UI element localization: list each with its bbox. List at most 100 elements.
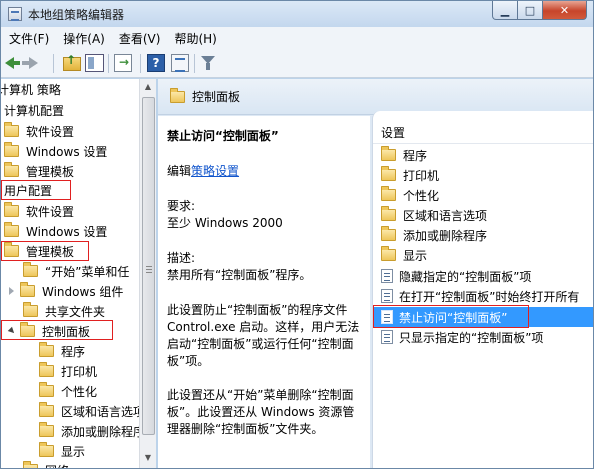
policy-setting-icon: [381, 269, 393, 283]
show-hide-tree-icon[interactable]: [85, 54, 104, 72]
edit-prefix: 编辑: [167, 164, 192, 178]
list-item-always-open-all[interactable]: 在打开“控制面板”时始终打开所有: [373, 286, 593, 306]
list-item-label: 显示: [403, 248, 428, 263]
tree-item-user-windows-settings[interactable]: Windows 设置: [4, 221, 107, 241]
highlight-box: [1, 241, 89, 261]
tree-pane: 计算机 策略 计算机配置 软件设置 Windows 设置 管理模板 用户配置 软…: [1, 79, 156, 469]
toolbar-separator: [194, 54, 195, 73]
tree-item-windows-settings[interactable]: Windows 设置: [4, 141, 107, 161]
folder-icon: [381, 166, 396, 181]
menu-view[interactable]: 查看(V): [111, 30, 167, 47]
tree-item-label: 网络: [45, 462, 69, 469]
tree-item-label: 软件设置: [26, 124, 75, 139]
folder-icon: [4, 162, 19, 177]
tree-item-software-settings[interactable]: 软件设置: [4, 121, 74, 141]
folder-icon: [381, 246, 396, 261]
folder-icon: [23, 262, 38, 277]
toolbar-separator: [140, 54, 141, 73]
list-item-show-only-specified[interactable]: 只显示指定的“控制面板”项: [373, 327, 593, 347]
policy-setting-icon: [381, 330, 393, 344]
list-item-region-language[interactable]: 区域和语言选项: [373, 205, 593, 225]
tree-item-computer-config[interactable]: 计算机配置: [4, 100, 64, 120]
tree-item-label: 计算机配置: [4, 103, 65, 118]
tree-item-computer-policy[interactable]: 计算机 策略: [1, 79, 61, 99]
scroll-up-arrow-icon[interactable]: ▲: [142, 82, 154, 96]
edit-policy-line: 编辑策略设置: [167, 163, 363, 180]
list-item-personalization[interactable]: 个性化: [373, 185, 593, 205]
folder-icon: [4, 202, 19, 217]
toolbar-separator: [108, 54, 109, 73]
scroll-thumb[interactable]: [142, 97, 155, 435]
list-item-hide-specified-items[interactable]: 隐藏指定的“控制面板”项: [373, 266, 593, 286]
toolbar: ?: [1, 49, 593, 78]
maximize-button[interactable]: □: [518, 1, 543, 20]
list-item-printers[interactable]: 打印机: [373, 165, 593, 185]
list-item-programs[interactable]: 程序: [373, 145, 593, 165]
window: 本地组策略编辑器 ▁ □ ✕ 文件(F) 操作(A) 查看(V) 帮助(H) ?…: [0, 0, 594, 469]
content-pane: 控制面板 禁止访问“控制面板” 编辑策略设置 要求: 至少 Windows 20…: [158, 79, 593, 468]
folder-icon: [23, 461, 38, 468]
tree-item-add-remove-programs[interactable]: 添加或删除程序: [39, 421, 145, 441]
export-list-icon[interactable]: [114, 54, 132, 72]
tree-item-network[interactable]: 网络: [23, 460, 69, 469]
menu-file[interactable]: 文件(F): [1, 30, 55, 47]
tree-item-label: 个性化: [61, 384, 98, 399]
tree-item-printers[interactable]: 打印机: [39, 361, 97, 381]
tree-item-programs[interactable]: 程序: [39, 341, 85, 361]
back-arrow-icon[interactable]: [5, 57, 20, 69]
list-item-label: 个性化: [403, 188, 440, 203]
tree-item-display[interactable]: 显示: [39, 441, 85, 461]
folder-icon: [381, 186, 396, 201]
list-item-label: 区域和语言选项: [403, 208, 488, 223]
tree-item-label: Windows 设置: [26, 144, 108, 159]
tree-item-label: 打印机: [61, 364, 98, 379]
up-folder-icon[interactable]: [63, 53, 81, 71]
tree-item-windows-components[interactable]: Windows 组件: [9, 281, 123, 301]
tree-item-personalization[interactable]: 个性化: [39, 381, 97, 401]
title-bar[interactable]: 本地组策略编辑器 ▁ □ ✕: [1, 1, 593, 27]
description-title: 禁止访问“控制面板”: [167, 129, 279, 143]
description-para-2: 此设置还从“开始”菜单删除“控制面板”。此设置还从 Windows 资源管理器删…: [167, 388, 355, 436]
window-title: 本地组策略编辑器: [28, 8, 125, 22]
expand-arrow-icon[interactable]: [9, 287, 14, 295]
tree-item-shared-folders[interactable]: 共享文件夹: [23, 301, 105, 321]
folder-icon: [381, 146, 396, 161]
tree-item-start-menu[interactable]: “开始”菜单和任: [23, 261, 129, 281]
scroll-down-arrow-icon[interactable]: ▼: [142, 453, 154, 467]
menu-bar: 文件(F) 操作(A) 查看(V) 帮助(H): [1, 27, 593, 49]
tree-item-admin-templates[interactable]: 管理模板: [4, 161, 74, 181]
tree-item-label: 管理模板: [26, 164, 75, 179]
help-icon[interactable]: ?: [147, 54, 165, 72]
edit-policy-link[interactable]: 策略设置: [191, 164, 239, 178]
list-item-add-remove-programs[interactable]: 添加或删除程序: [373, 225, 593, 245]
folder-icon: [4, 222, 19, 237]
forward-arrow-icon[interactable]: [22, 57, 38, 69]
tree-item-label: “开始”菜单和任: [45, 264, 130, 279]
tree-scrollbar[interactable]: ▲ ▼: [139, 79, 156, 468]
list-item-label: 程序: [403, 148, 428, 163]
settings-list: 设置 程序 打印机 个性化 区域和语言选项 添加或删除程序 显示 隐藏指定的“控…: [372, 111, 593, 468]
menu-action[interactable]: 操作(A): [55, 30, 111, 47]
tree-item-region-language[interactable]: 区域和语言选项: [39, 401, 145, 421]
folder-icon: [23, 302, 38, 317]
tree-item-label: 添加或删除程序: [61, 424, 146, 439]
list-item-display[interactable]: 显示: [373, 245, 593, 265]
filter-icon[interactable]: [201, 56, 215, 70]
highlight-box: [1, 320, 113, 340]
tree-item-user-software-settings[interactable]: 软件设置: [4, 201, 74, 221]
close-button[interactable]: ✕: [543, 1, 587, 20]
properties-icon[interactable]: [171, 54, 189, 72]
tree-item-label: 显示: [61, 444, 86, 459]
requirements-value: 至少 Windows 2000: [167, 216, 283, 230]
folder-icon: [20, 282, 35, 297]
folder-icon: [4, 122, 19, 137]
tree-item-label: Windows 设置: [26, 224, 108, 239]
list-item-label: 隐藏指定的“控制面板”项: [399, 269, 532, 284]
folder-icon: [170, 87, 185, 103]
minimize-button[interactable]: ▁: [492, 1, 518, 20]
menu-help[interactable]: 帮助(H): [166, 30, 222, 47]
folder-icon: [39, 382, 54, 397]
folder-icon: [39, 402, 54, 417]
folder-icon: [39, 442, 54, 457]
settings-column-header[interactable]: 设置: [373, 123, 593, 144]
